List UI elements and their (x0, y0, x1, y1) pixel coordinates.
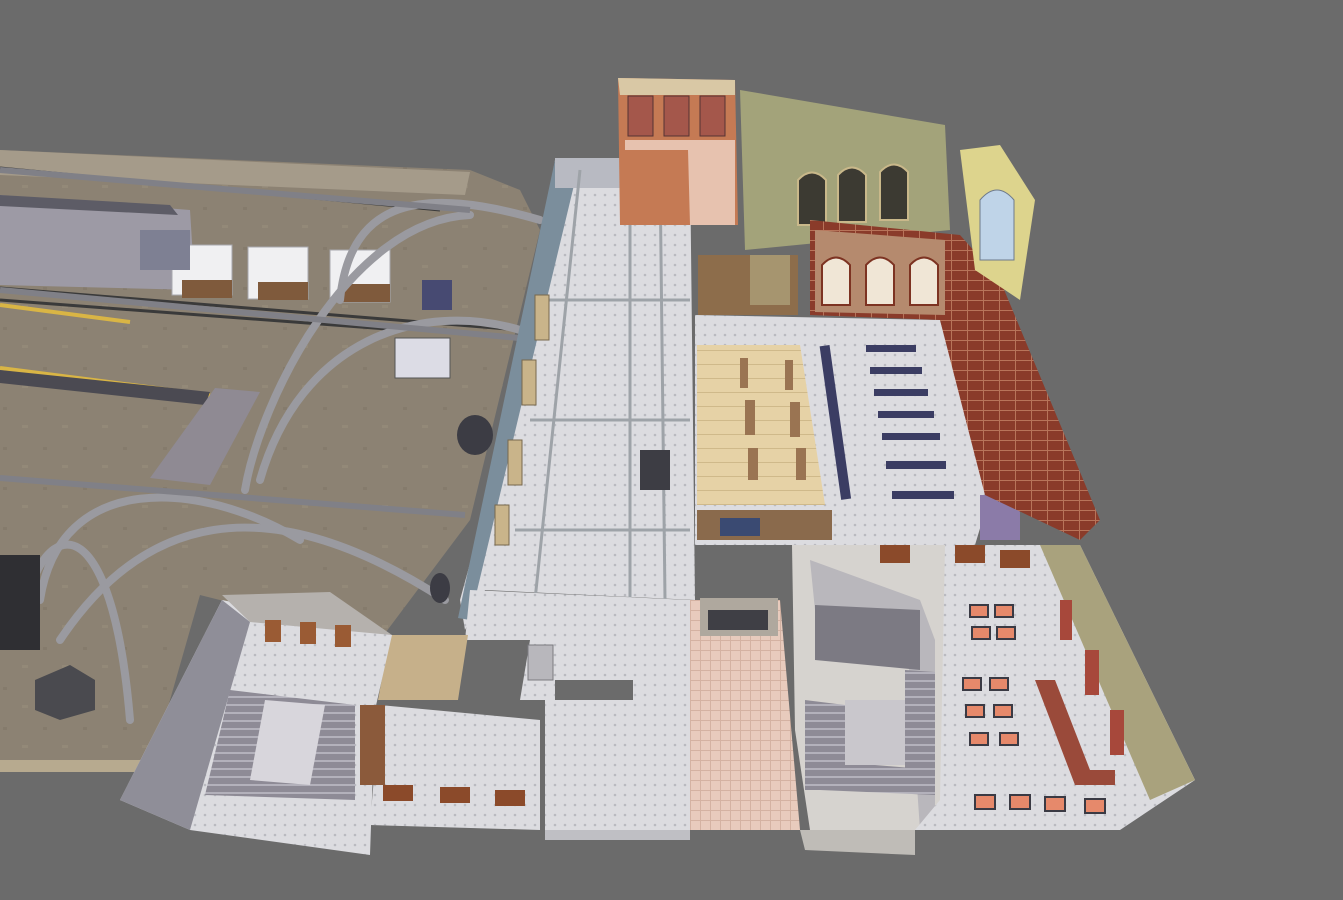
front-hall-doorway (360, 705, 385, 785)
vestibule-doors (627, 95, 726, 137)
arched-windows (797, 163, 909, 226)
service-desk (697, 510, 832, 540)
front-hall-floor (370, 705, 540, 830)
rear-stairs (750, 255, 790, 305)
walkway-kiosk (527, 644, 554, 681)
shadow-structure (0, 555, 40, 650)
floor-edge (545, 830, 690, 840)
pink-corridor (690, 598, 800, 830)
front-hall (360, 705, 540, 830)
walkway-gap (555, 680, 633, 700)
floor-edge (800, 830, 915, 855)
station-3d-scene[interactable] (0, 0, 1343, 900)
desk-screen (720, 518, 760, 536)
column-base (457, 415, 493, 455)
platform-lower-edge (0, 760, 150, 772)
vestibule-cornice (618, 78, 735, 95)
stair-core (845, 700, 905, 765)
corridor-opening (708, 610, 768, 630)
column-base (430, 573, 450, 603)
tall-window (979, 189, 1015, 261)
brick-arches (821, 256, 939, 306)
3d-viewport[interactable] (0, 0, 1343, 900)
gallery-fixture (640, 450, 670, 490)
upper-landing (815, 605, 920, 670)
tan-landing (378, 635, 468, 700)
